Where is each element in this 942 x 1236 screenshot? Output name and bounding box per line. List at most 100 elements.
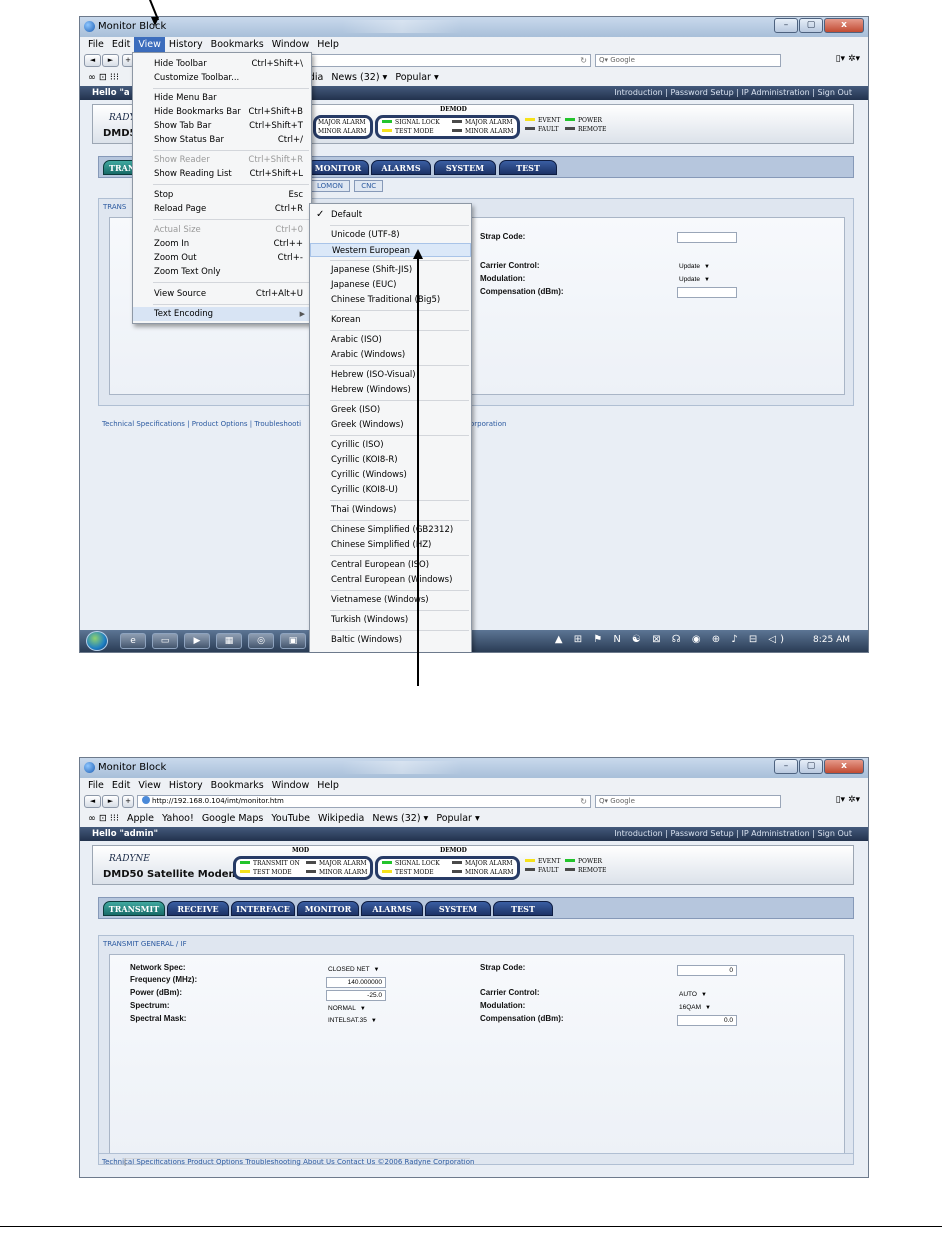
- frequency-input[interactable]: 140.000000: [326, 977, 386, 988]
- safari-icon[interactable]: ◎: [248, 633, 274, 649]
- menu-item-zoom-out[interactable]: Zoom Out Ctrl+-: [133, 251, 311, 265]
- encoding-item[interactable]: Japanese (Shift-JIS): [310, 263, 471, 277]
- encoding-item[interactable]: Unicode (UTF-8): [310, 228, 471, 242]
- menu-item-show-reading-list[interactable]: Show Reading List Ctrl+Shift+L: [133, 167, 311, 181]
- media-player-icon[interactable]: ▶: [184, 633, 210, 649]
- spectral-mask-select[interactable]: INTELSAT.35 ▼: [326, 1015, 377, 1026]
- encoding-item[interactable]: Baltic (Windows): [310, 633, 471, 647]
- menu-item-show-status-bar[interactable]: Show Status Bar Ctrl+/: [133, 133, 311, 147]
- modulation-select[interactable]: 16QAM ▼: [677, 1002, 711, 1013]
- menu-item-view-source[interactable]: View Source Ctrl+Alt+U: [133, 287, 311, 301]
- encoding-item[interactable]: Thai (Windows): [310, 503, 471, 517]
- encoding-item[interactable]: Western European: [310, 243, 471, 257]
- footer-links-right[interactable]: orporation: [470, 420, 506, 428]
- ie-icon[interactable]: e: [120, 633, 146, 649]
- footer-link-tech-specs[interactable]: Technical Specifications: [102, 1158, 185, 1166]
- top-links[interactable]: Introduction | Password Setup | IP Admin…: [614, 86, 852, 100]
- menu-history[interactable]: History: [165, 37, 207, 52]
- compensation-input[interactable]: 0.0: [677, 1015, 737, 1026]
- modulation-select[interactable]: Update ▼: [677, 274, 710, 285]
- tab-monitor[interactable]: MONITOR: [297, 901, 359, 916]
- bookmark-popular[interactable]: Popular ▾: [432, 813, 483, 824]
- page-menu-icons[interactable]: ▯▾ ✲▾: [836, 54, 860, 64]
- add-bookmark-button[interactable]: +: [122, 795, 134, 808]
- maximize-button[interactable]: ▢: [799, 759, 823, 774]
- encoding-item[interactable]: Greek (Windows): [310, 418, 471, 432]
- top-links[interactable]: Introduction | Password Setup | IP Admin…: [614, 827, 852, 841]
- app-icon[interactable]: ▦: [216, 633, 242, 649]
- bookmark-news[interactable]: News (32) ▾: [368, 813, 432, 824]
- encoding-item[interactable]: Hebrew (ISO-Visual): [310, 368, 471, 382]
- bookmark-youtube[interactable]: YouTube: [267, 813, 314, 824]
- back-button[interactable]: ◄: [84, 795, 101, 808]
- tab-transmit[interactable]: TRANSMIT: [103, 901, 165, 916]
- encoding-item[interactable]: Central European (Windows): [310, 573, 471, 587]
- explorer-icon[interactable]: ▭: [152, 633, 178, 649]
- footer-link-troubleshooting[interactable]: Troubleshooting: [245, 1158, 301, 1166]
- search-field[interactable]: Q▾ Google: [595, 54, 781, 67]
- bookmarks-icons[interactable]: ∞ ⊡ ⁝⁝⁝: [84, 813, 123, 824]
- menu-window[interactable]: Window: [268, 37, 313, 52]
- carrier-control-select[interactable]: AUTO ▼: [677, 989, 707, 1000]
- bookmark-news[interactable]: News (32) ▾: [327, 72, 391, 83]
- reload-icon[interactable]: ↻: [580, 55, 587, 66]
- encoding-item[interactable]: Greek (ISO): [310, 403, 471, 417]
- close-button[interactable]: x: [824, 759, 864, 774]
- bookmark-apple[interactable]: Apple: [123, 813, 158, 824]
- footer-link-product-options[interactable]: Product Options: [187, 1158, 243, 1166]
- menu-edit[interactable]: Edit: [108, 37, 134, 52]
- footer-links-left[interactable]: Technical Specifications | Product Optio…: [102, 420, 301, 428]
- menu-bookmarks[interactable]: Bookmarks: [207, 37, 268, 52]
- encoding-item[interactable]: Cyrillic (ISO): [310, 438, 471, 452]
- encoding-item[interactable]: Hebrew (Windows): [310, 383, 471, 397]
- menu-window[interactable]: Window: [268, 778, 313, 793]
- menu-edit[interactable]: Edit: [108, 778, 134, 793]
- menu-help[interactable]: Help: [313, 778, 343, 793]
- tab-system[interactable]: SYSTEM: [434, 160, 496, 175]
- page-menu-icons[interactable]: ▯▾ ✲▾: [836, 795, 860, 805]
- maximize-button[interactable]: ▢: [799, 18, 823, 33]
- start-button-icon[interactable]: [86, 631, 108, 651]
- tab-system[interactable]: SYSTEM: [425, 901, 491, 916]
- menu-file[interactable]: File: [84, 778, 108, 793]
- bookmarks-icons[interactable]: ∞ ⊡ ⁝⁝⁝: [84, 72, 123, 83]
- menu-help[interactable]: Help: [313, 37, 343, 52]
- subtab-lomon[interactable]: LOMON: [310, 180, 350, 192]
- spectrum-select[interactable]: NORMAL ▼: [326, 1003, 366, 1014]
- encoding-item[interactable]: Cyrillic (KOI8-U): [310, 483, 471, 497]
- strap-code-input[interactable]: [677, 232, 737, 243]
- tab-interface[interactable]: INTERFACE: [231, 901, 295, 916]
- menu-item-stop[interactable]: Stop Esc: [133, 188, 311, 202]
- encoding-item[interactable]: Japanese (EUC): [310, 278, 471, 292]
- compensation-input[interactable]: [677, 287, 737, 298]
- menu-history[interactable]: History: [165, 778, 207, 793]
- bookmark-yahoo[interactable]: Yahoo!: [158, 813, 198, 824]
- encoding-item[interactable]: Vietnamese (Windows): [310, 593, 471, 607]
- menu-item-text-encoding[interactable]: Text Encoding ▶: [133, 307, 311, 321]
- back-button[interactable]: ◄: [84, 54, 101, 67]
- menu-view[interactable]: View: [134, 778, 165, 793]
- menu-file[interactable]: File: [84, 37, 108, 52]
- tab-alarms[interactable]: ALARMS: [371, 160, 431, 175]
- menu-view[interactable]: View: [134, 37, 165, 52]
- menu-item-hide-bookmarks-bar[interactable]: Hide Bookmarks Bar Ctrl+Shift+B: [133, 105, 311, 119]
- menu-item-hide-toolbar[interactable]: Hide Toolbar Ctrl+Shift+\: [133, 57, 311, 71]
- forward-button[interactable]: ►: [102, 54, 119, 67]
- encoding-item[interactable]: ✓ Default: [310, 208, 471, 222]
- encoding-item[interactable]: Turkish (Windows): [310, 613, 471, 627]
- minimize-button[interactable]: –: [774, 759, 798, 774]
- encoding-item[interactable]: Arabic (ISO): [310, 333, 471, 347]
- minimize-button[interactable]: –: [774, 18, 798, 33]
- menu-item-zoom-text-only[interactable]: Zoom Text Only: [133, 265, 311, 279]
- menu-item-customize-toolbar[interactable]: Customize Toolbar...: [133, 71, 311, 85]
- encoding-item[interactable]: Chinese Simplified (GB2312): [310, 523, 471, 537]
- control-panel-icon[interactable]: ▣: [280, 633, 306, 649]
- encoding-item[interactable]: Cyrillic (Windows): [310, 468, 471, 482]
- strap-code-input[interactable]: 0: [677, 965, 737, 976]
- tab-test[interactable]: TEST: [493, 901, 553, 916]
- bookmark-wikipedia[interactable]: Wikipedia: [314, 813, 368, 824]
- close-button[interactable]: x: [824, 18, 864, 33]
- menu-item-hide-menu-bar[interactable]: Hide Menu Bar: [133, 91, 311, 105]
- encoding-item[interactable]: Chinese Traditional (Big5): [310, 293, 471, 307]
- bookmark-google-maps[interactable]: Google Maps: [198, 813, 268, 824]
